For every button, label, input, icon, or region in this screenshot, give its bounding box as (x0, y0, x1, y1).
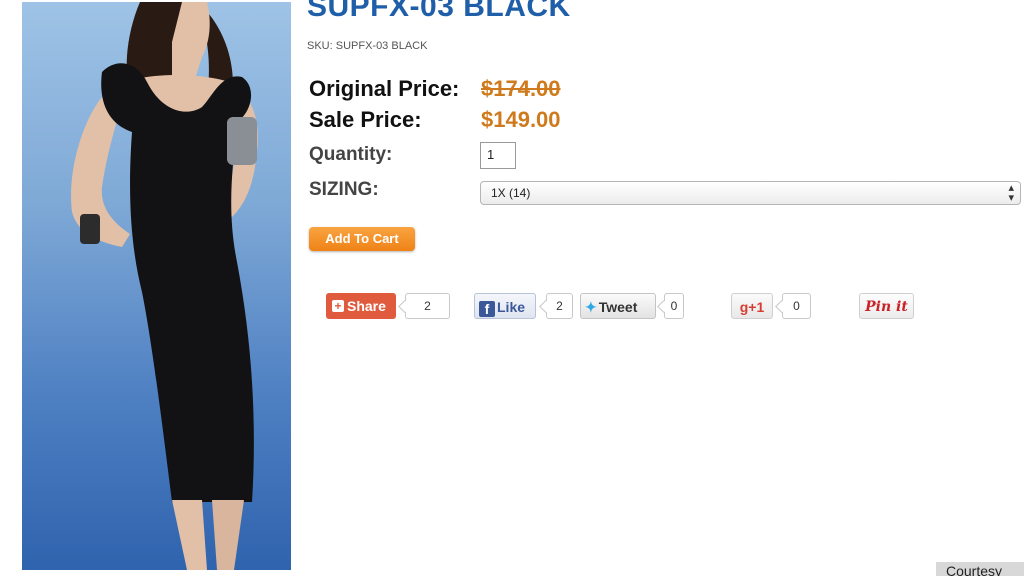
google-plus-icon: g (739, 299, 749, 315)
quantity-input[interactable]: 1 (480, 142, 516, 169)
facebook-icon: f (479, 301, 495, 317)
tweet-button[interactable]: ✦ Tweet (580, 293, 656, 319)
model-in-black-dress-image (71, 2, 258, 570)
gplus-label: +1 (748, 299, 765, 315)
tweet-label: Tweet (598, 299, 638, 315)
social-share-bar: + Share 2 f Like 2 ✦ Tweet 0 g+1 0 Pin it (0, 293, 1024, 321)
product-photo (22, 2, 291, 570)
share-plus-icon: + (332, 300, 344, 312)
facebook-like-button[interactable]: f Like (474, 293, 536, 319)
sale-price-value: $149.00 (481, 107, 561, 132)
like-label: Like (497, 299, 526, 315)
sizing-selected-value: 1X (14) (491, 186, 531, 200)
twitter-bird-icon: ✦ (585, 299, 597, 315)
sizing-label: SIZING: (309, 179, 379, 200)
tweet-count: 0 (664, 293, 684, 319)
product-page: SUPFX-03 BLACK SKU: SUPFX-03 BLACK Origi… (0, 0, 1024, 576)
share-count: 2 (405, 293, 450, 319)
pin-it-button[interactable]: Pin it (859, 293, 914, 319)
sale-price-label: Sale Price: (309, 107, 422, 132)
original-price-value: $174.00 (481, 76, 561, 101)
quantity-label: Quantity: (309, 144, 393, 165)
original-price-label: Original Price: (309, 76, 460, 101)
sizing-select[interactable]: 1X (14) ▴ ▾ (480, 181, 1021, 205)
like-count: 2 (546, 293, 573, 319)
product-title: SUPFX-03 BLACK (307, 0, 571, 23)
share-button[interactable]: + Share (326, 293, 396, 319)
select-arrows-icon: ▴ ▾ (1008, 182, 1014, 204)
courtesy-credit: Courtesy (936, 562, 1024, 576)
add-to-cart-button[interactable]: Add To Cart (309, 227, 415, 251)
google-plus-button[interactable]: g+1 (731, 293, 773, 319)
product-sku: SKU: SUPFX-03 BLACK (307, 40, 428, 52)
share-label: Share (347, 298, 386, 314)
gplus-count: 0 (782, 293, 811, 319)
